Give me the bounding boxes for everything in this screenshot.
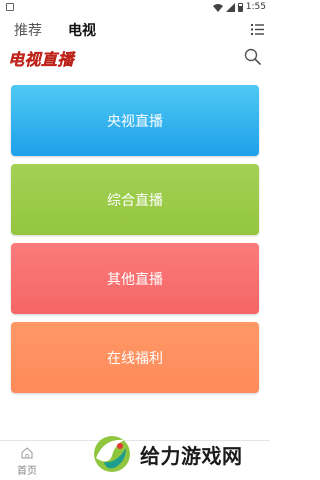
category-card-label: 在线福利: [107, 350, 163, 367]
watermark-text: 给力游戏网: [140, 443, 243, 468]
notification-square-icon: [6, 3, 14, 11]
status-indicators: 1:55: [212, 1, 266, 13]
category-card-welfare[interactable]: 在线福利: [11, 322, 259, 393]
tab-recommend[interactable]: 推荐: [14, 20, 42, 40]
category-card-label: 央视直播: [107, 113, 163, 130]
category-card-general[interactable]: 综合直播: [11, 164, 259, 235]
header: 电视直播: [0, 46, 270, 72]
category-card-other[interactable]: 其他直播: [11, 243, 259, 314]
signal-icon: [225, 2, 235, 12]
status-time: 1:55: [245, 2, 266, 12]
app-logo-title: 电视直播: [8, 50, 75, 69]
nav-home-label: 首页: [17, 466, 37, 477]
battery-icon: [237, 2, 243, 12]
category-card-label: 其他直播: [107, 271, 163, 288]
watermark: 给力游戏网: [90, 430, 265, 478]
wifi-icon: [212, 3, 223, 12]
top-tabs: 推荐 电视: [0, 16, 270, 44]
category-card-cctv[interactable]: 央视直播: [11, 85, 259, 156]
category-card-label: 综合直播: [107, 192, 163, 209]
status-bar: 1:55: [0, 0, 270, 14]
tab-tv[interactable]: 电视: [68, 20, 96, 40]
search-icon[interactable]: [244, 48, 261, 65]
list-menu-icon[interactable]: [251, 23, 264, 36]
watermark-logo-icon: [94, 436, 130, 472]
home-icon: [21, 447, 33, 459]
nav-home[interactable]: 首页: [10, 447, 44, 477]
